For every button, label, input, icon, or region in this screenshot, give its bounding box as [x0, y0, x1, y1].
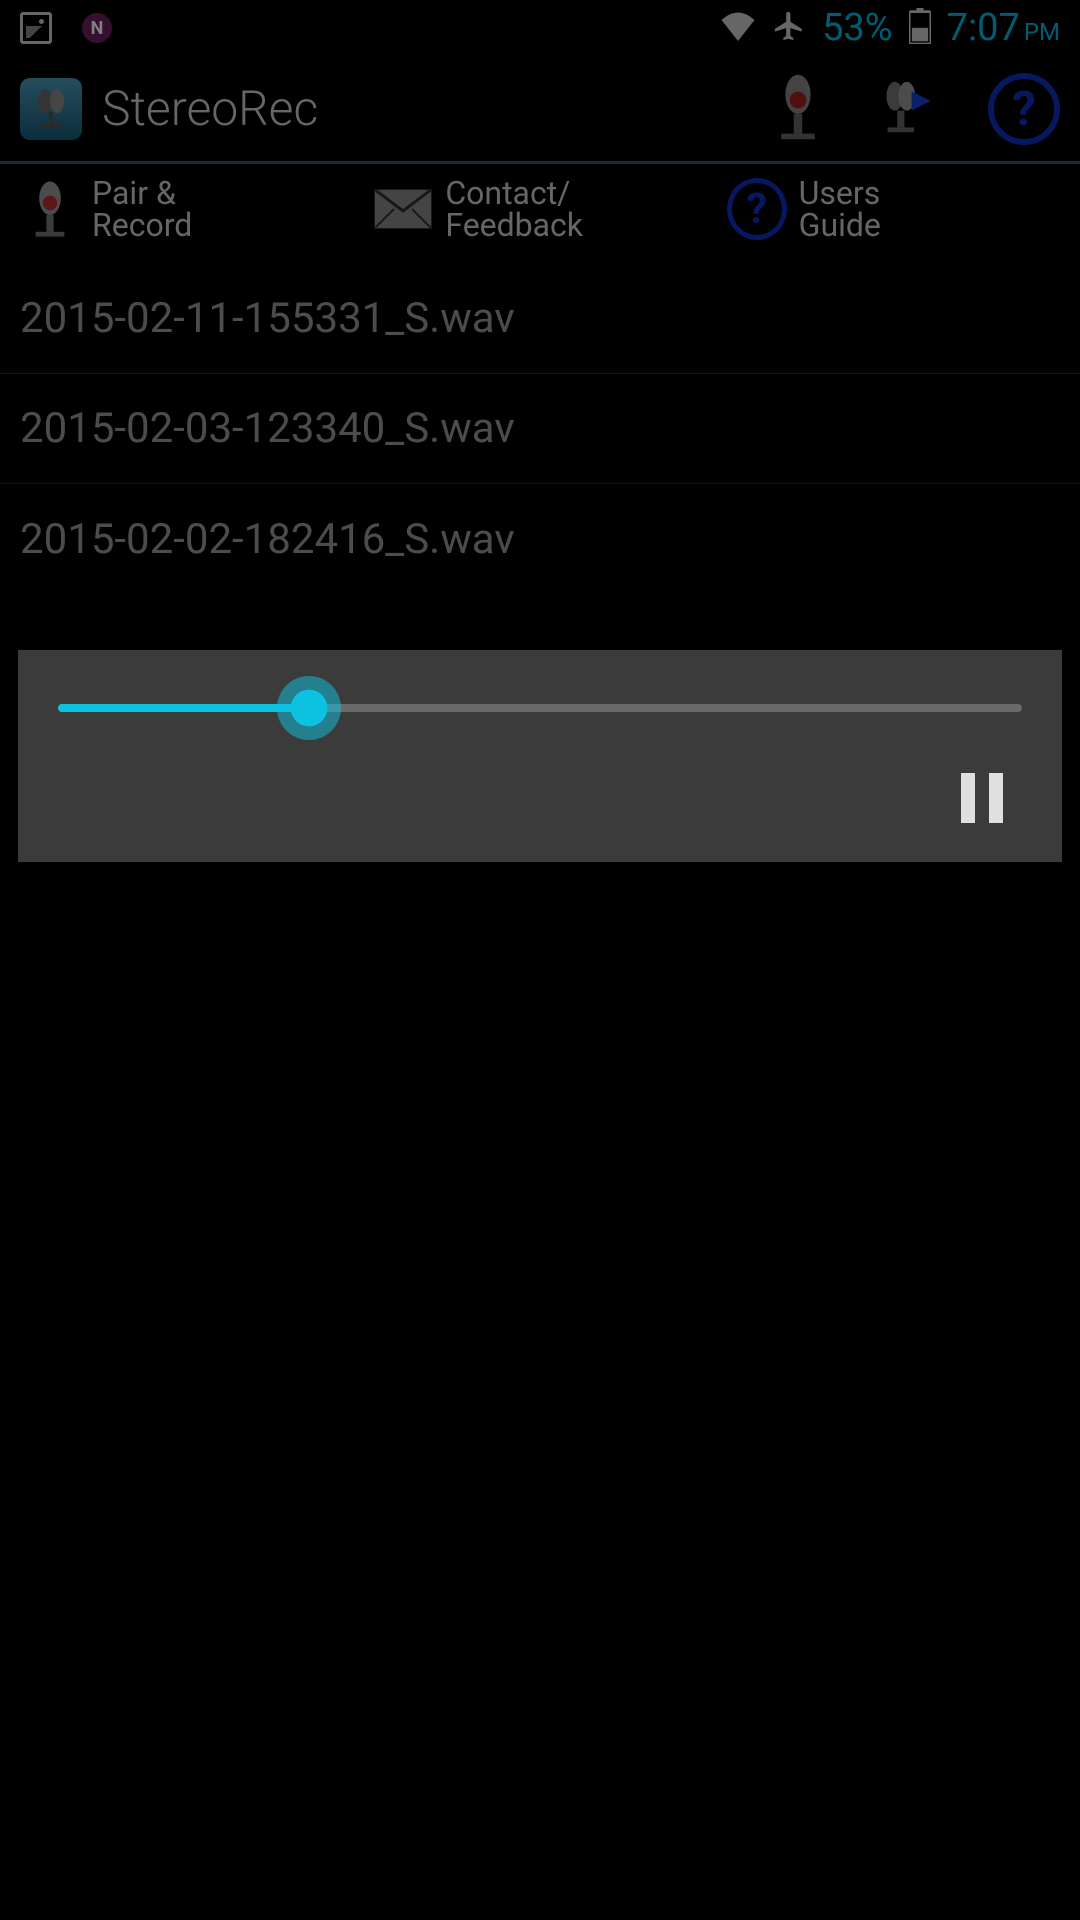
help-icon[interactable]: ?: [988, 73, 1060, 145]
tab-contact-feedback[interactable]: Contact/ Feedback: [373, 172, 706, 246]
tab-users-guide[interactable]: ? Users Guide: [727, 172, 1060, 246]
recording-file-list: 2015-02-11-155331_S.wav 2015-02-03-12334…: [0, 264, 1080, 594]
mic-record-icon: [20, 179, 80, 239]
tab-label: Contact/ Feedback: [445, 177, 583, 241]
playback-seek-slider[interactable]: [58, 704, 1022, 712]
action-tabs: Pair & Record Contact/ Feedback ? Users …: [0, 164, 1080, 254]
gallery-notification-icon: [20, 12, 52, 44]
app-header: StereoRec ?: [0, 56, 1080, 164]
status-bar: N 53% 7:07PM: [0, 0, 1080, 56]
app-logo-icon: [20, 78, 82, 140]
battery-percent-text: 53%: [822, 6, 893, 50]
battery-icon: [909, 8, 931, 48]
envelope-icon: [373, 189, 433, 229]
list-item[interactable]: 2015-02-11-155331_S.wav: [0, 264, 1080, 374]
list-item[interactable]: 2015-02-02-182416_S.wav: [0, 484, 1080, 594]
n-notification-icon: N: [82, 13, 112, 43]
slider-fill: [58, 704, 309, 712]
list-item[interactable]: 2015-02-03-123340_S.wav: [0, 374, 1080, 484]
clock-time: 7:07PM: [947, 6, 1060, 50]
app-title: StereoRec: [102, 80, 318, 137]
tab-label: Pair & Record: [92, 177, 192, 241]
slider-thumb[interactable]: [277, 676, 341, 740]
pause-button[interactable]: [952, 768, 1012, 828]
record-mic-icon[interactable]: [768, 72, 828, 146]
pause-icon: [961, 773, 975, 823]
tab-pair-record[interactable]: Pair & Record: [20, 172, 353, 246]
airplane-mode-icon: [772, 9, 806, 47]
pause-icon: [989, 773, 1003, 823]
playback-mic-icon[interactable]: [878, 72, 938, 146]
help-circle-icon: ?: [727, 178, 787, 240]
tab-label: Users Guide: [799, 177, 881, 241]
wifi-icon: [720, 11, 756, 45]
audio-player-panel: [18, 650, 1062, 862]
